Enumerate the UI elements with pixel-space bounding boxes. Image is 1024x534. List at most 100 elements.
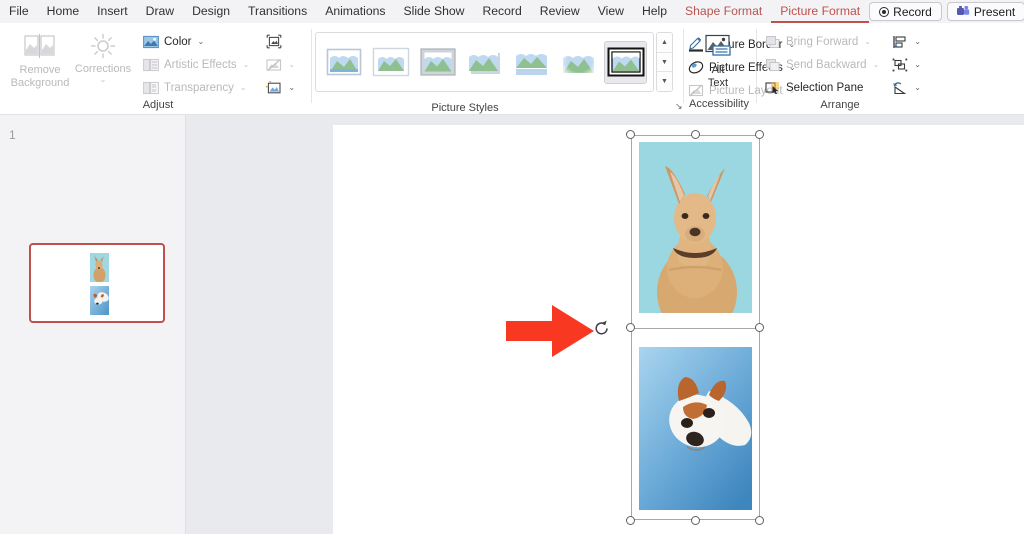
corrections-button[interactable]: Corrections ⌄ (72, 29, 134, 84)
alt-text-label-line1: Alt (711, 64, 725, 76)
bring-forward-button[interactable]: Bring Forward ⌄ (760, 31, 883, 52)
transparency-icon (142, 79, 159, 96)
accessibility-dialog-launcher[interactable]: ↘ (675, 101, 683, 112)
arrange-small-buttons: Bring Forward ⌄ Send Backward ⌄ Selectio… (760, 29, 883, 98)
remove-background-button[interactable]: Remove Background (8, 29, 72, 90)
picture-style-beveled-matte-white[interactable] (370, 42, 411, 83)
selection-handle-middle-left[interactable] (626, 323, 635, 332)
remove-background-label-line2: Background (10, 77, 70, 89)
gallery-scroll-down-button[interactable]: ▼ (657, 52, 672, 73)
present-button-label: Present (973, 4, 1016, 19)
menu-item-home[interactable]: Home (38, 0, 89, 23)
alt-text-button[interactable]: Alt Text (687, 29, 749, 90)
record-button[interactable]: Record (869, 2, 942, 21)
selection-handle-bottom-right[interactable] (755, 516, 764, 525)
artistic-effects-button[interactable]: Artistic Effects ⌄ (138, 54, 253, 75)
rotate-objects-chevron-down-icon[interactable]: ⌄ (914, 83, 921, 92)
compress-pictures-button[interactable] (261, 31, 299, 52)
picture-style-metal-frame[interactable] (417, 42, 458, 83)
artistic-effects-label: Artistic Effects (164, 58, 237, 71)
selection-handle-bottom-center[interactable] (691, 516, 700, 525)
ribbon-group-adjust: Remove Background Corrections ⌄ Color ⌄ … (8, 25, 308, 113)
change-picture-chevron-down-icon[interactable]: ⌄ (288, 60, 295, 69)
corrections-chevron-down-icon[interactable]: ⌄ (100, 76, 107, 84)
picture-style-reflected-rounded-rectangle[interactable] (511, 42, 552, 83)
picture-styles-scrollbar[interactable]: ▲ ▼ ▼ (656, 32, 673, 92)
menu-item-design[interactable]: Design (183, 0, 239, 23)
slide-number-1: 1 (9, 128, 16, 142)
selection-middle-divider (631, 327, 760, 329)
teams-icon (956, 6, 970, 17)
selection-handle-top-left[interactable] (626, 130, 635, 139)
selection-handle-bottom-left[interactable] (626, 516, 635, 525)
menu-item-help[interactable]: Help (633, 0, 676, 23)
gallery-more-button[interactable]: ▼ (657, 72, 672, 91)
picture-dog-jack-russell[interactable] (639, 347, 752, 510)
selection-pane-button[interactable]: Selection Pane (760, 77, 883, 98)
align-objects-icon (891, 33, 908, 50)
gallery-scroll-up-button[interactable]: ▲ (657, 33, 672, 53)
menu-item-view[interactable]: View (589, 0, 633, 23)
menu-item-shape-format[interactable]: Shape Format (676, 0, 771, 23)
picture-style-drop-shadow-rectangle[interactable] (464, 42, 505, 83)
send-backward-label: Send Backward (786, 58, 867, 71)
ribbon: Remove Background Corrections ⌄ Color ⌄ … (0, 23, 1024, 115)
ribbon-group-picture-styles: ▲ ▼ ▼ Picture Border ⌄ Picture Effects ⌄… (315, 25, 796, 114)
picture-style-simple-frame-white[interactable] (323, 42, 364, 83)
slide-thumb-picture-dog-jack-russell (90, 286, 109, 315)
menu-item-picture-format[interactable]: Picture Format (771, 0, 870, 23)
selection-handle-middle-right[interactable] (755, 323, 764, 332)
group-objects-chevron-down-icon[interactable]: ⌄ (914, 60, 921, 69)
selection-handle-top-center[interactable] (691, 130, 700, 139)
menu-item-review[interactable]: Review (531, 0, 589, 23)
rotation-handle[interactable] (594, 320, 609, 335)
group-objects-icon (891, 56, 908, 73)
transparency-button[interactable]: Transparency ⌄ (138, 77, 253, 98)
menu-item-animations[interactable]: Animations (316, 0, 394, 23)
slide-thumbnail-1[interactable] (29, 243, 165, 323)
present-button[interactable]: Present (946, 2, 1024, 21)
color-button-label: Color (164, 35, 192, 48)
send-backward-button[interactable]: Send Backward ⌄ (760, 54, 883, 75)
menu-item-slide-show[interactable]: Slide Show (394, 0, 473, 23)
picture-styles-gallery[interactable] (315, 32, 654, 92)
corrections-icon (89, 33, 117, 60)
remove-background-label-line1: Remove (19, 64, 61, 76)
transparency-label: Transparency (164, 81, 234, 94)
picture-group-selection[interactable] (595, 130, 764, 525)
color-chevron-down-icon[interactable]: ⌄ (197, 37, 204, 46)
bring-forward-label: Bring Forward (786, 35, 859, 48)
menu-bar: File Home Insert Draw Design Transitions… (0, 0, 1024, 23)
slide-thumbnail-pane[interactable]: 1 (0, 115, 186, 534)
remove-background-icon (23, 33, 57, 61)
align-objects-button[interactable]: ⌄ (887, 31, 925, 52)
color-button[interactable]: Color ⌄ (138, 31, 253, 52)
send-backward-chevron-down-icon[interactable]: ⌄ (873, 60, 880, 69)
picture-style-double-frame-black[interactable] (604, 40, 647, 84)
bring-forward-chevron-down-icon[interactable]: ⌄ (864, 37, 871, 46)
record-button-label: Record (893, 4, 932, 19)
reset-picture-chevron-down-icon[interactable]: ⌄ (288, 83, 295, 92)
menu-item-file[interactable]: File (0, 0, 38, 23)
compress-pictures-icon (265, 33, 282, 50)
align-objects-chevron-down-icon[interactable]: ⌄ (914, 37, 921, 46)
menu-item-record[interactable]: Record (473, 0, 530, 23)
send-backward-icon (764, 56, 781, 73)
picture-dog-tan[interactable] (639, 142, 752, 313)
transparency-chevron-down-icon[interactable]: ⌄ (240, 83, 247, 92)
menu-item-insert[interactable]: Insert (88, 0, 136, 23)
arrange-icon-buttons: ⌄ ⌄ ⌄ (887, 29, 925, 98)
artistic-effects-chevron-down-icon[interactable]: ⌄ (243, 60, 250, 69)
change-picture-button[interactable]: ⌄ (261, 54, 299, 75)
ribbon-group-arrange-label: Arrange (820, 99, 860, 111)
selection-pane-label: Selection Pane (786, 81, 864, 94)
rotate-objects-icon (891, 79, 908, 96)
selection-handle-top-right[interactable] (755, 130, 764, 139)
menu-item-transitions[interactable]: Transitions (239, 0, 316, 23)
rotate-objects-button[interactable]: ⌄ (887, 77, 925, 98)
ribbon-separator-1 (311, 29, 312, 103)
group-objects-button[interactable]: ⌄ (887, 54, 925, 75)
picture-style-soft-edge-rectangle[interactable] (558, 42, 599, 83)
reset-picture-button[interactable]: ⌄ (261, 77, 299, 98)
menu-item-draw[interactable]: Draw (137, 0, 183, 23)
